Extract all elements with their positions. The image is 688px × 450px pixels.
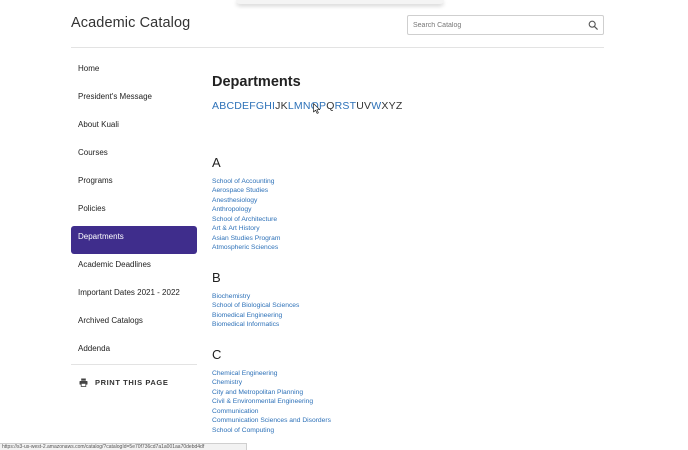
department-link[interactable]: Communication	[212, 407, 331, 416]
department-link[interactable]: School of Computing	[212, 426, 331, 435]
department-link[interactable]: Biomedical Informatics	[212, 320, 299, 329]
department-link[interactable]: School of Biological Sciences	[212, 301, 299, 310]
department-link[interactable]: School of Architecture	[212, 215, 280, 224]
department-link[interactable]: Chemical Engineering	[212, 369, 331, 378]
alphabet-letter-m[interactable]: M	[294, 100, 303, 112]
alphabet-letter-x: X	[381, 100, 389, 112]
department-link[interactable]: City and Metropolitan Planning	[212, 388, 331, 397]
department-link[interactable]: Communication Sciences and Disorders	[212, 416, 331, 425]
sidebar-item-academic-deadlines[interactable]: Academic Deadlines	[71, 254, 197, 282]
department-group-a: A School of Accounting Aerospace Studies A…	[212, 155, 280, 253]
mouse-cursor-icon	[313, 103, 321, 114]
department-link[interactable]: Chemistry	[212, 378, 331, 387]
alphabet-letter-d[interactable]: D	[234, 100, 242, 112]
print-page-label: PRINT THIS PAGE	[95, 377, 169, 387]
alphabet-letter-s[interactable]: S	[342, 100, 349, 112]
sidebar-item-policies[interactable]: Policies	[71, 198, 197, 226]
sidebar-item-programs[interactable]: Programs	[71, 170, 197, 198]
department-link[interactable]: Asian Studies Program	[212, 234, 280, 243]
department-link[interactable]: School of Accounting	[212, 177, 280, 186]
alphabet-index: ABCDEFGHIJKLMNOPQRSTUVWXYZ	[212, 100, 402, 112]
site-title[interactable]: Academic Catalog	[71, 15, 190, 31]
browser-popup-edge	[236, 0, 444, 4]
search-icon[interactable]	[588, 20, 598, 30]
search-input[interactable]	[408, 16, 583, 34]
department-list: School of Accounting Aerospace Studies Ane…	[212, 177, 280, 253]
alphabet-letter-f[interactable]: F	[249, 100, 256, 112]
header-divider	[71, 47, 604, 48]
page-title: Departments	[212, 74, 301, 90]
department-group-c: C Chemical Engineering Chemistry City and …	[212, 347, 331, 435]
alphabet-letter-y: Y	[388, 100, 396, 112]
sidebar-item-addenda[interactable]: Addenda	[71, 338, 197, 366]
search-box[interactable]	[407, 15, 604, 35]
department-link[interactable]: Art & Art History	[212, 224, 280, 233]
sidebar-nav: Home President's Message About Kuali Cou…	[71, 58, 197, 388]
group-letter: A	[212, 155, 221, 170]
print-page-button[interactable]: PRINT THIS PAGE	[71, 376, 197, 388]
department-list: Biochemistry School of Biological Science…	[212, 292, 299, 330]
alphabet-letter-n[interactable]: N	[303, 100, 311, 112]
alphabet-letter-q: Q	[326, 100, 335, 112]
alphabet-letter-g[interactable]: G	[256, 100, 264, 112]
browser-status-url: https://s3-us-west-2.amazonaws.com/catal…	[0, 443, 247, 450]
sidebar-divider	[71, 364, 197, 365]
sidebar-item-departments[interactable]: Departments	[71, 226, 197, 254]
group-letter: C	[212, 347, 222, 362]
group-letter: B	[212, 270, 221, 285]
alphabet-letter-z: Z	[395, 100, 403, 112]
department-group-b: B Biochemistry School of Biological Scien…	[212, 270, 299, 330]
sidebar-item-about[interactable]: About Kuali	[71, 114, 197, 142]
alphabet-letter-u: U	[356, 100, 365, 112]
alphabet-letter-k: K	[280, 100, 288, 112]
department-link[interactable]: Anesthesiology	[212, 196, 280, 205]
sidebar-item-home[interactable]: Home	[71, 58, 197, 86]
alphabet-letter-w[interactable]: W	[371, 100, 381, 112]
department-link[interactable]: Biochemistry	[212, 292, 299, 301]
department-link[interactable]: Civil & Environmental Engineering	[212, 397, 331, 406]
sidebar-item-presidents-message[interactable]: President's Message	[71, 86, 197, 114]
department-link[interactable]: Biomedical Engineering	[212, 311, 299, 320]
alphabet-letter-h[interactable]: H	[264, 100, 272, 112]
department-link[interactable]: Anthropology	[212, 205, 280, 214]
sidebar-item-archived-catalogs[interactable]: Archived Catalogs	[71, 310, 197, 338]
department-link[interactable]: Aerospace Studies	[212, 186, 280, 195]
sidebar-item-important-dates[interactable]: Important Dates 2021 - 2022	[71, 282, 197, 310]
sidebar-item-courses[interactable]: Courses	[71, 142, 197, 170]
printer-icon	[79, 378, 88, 387]
department-link[interactable]: Atmospheric Sciences	[212, 243, 280, 252]
department-list: Chemical Engineering Chemistry City and Me…	[212, 369, 331, 435]
